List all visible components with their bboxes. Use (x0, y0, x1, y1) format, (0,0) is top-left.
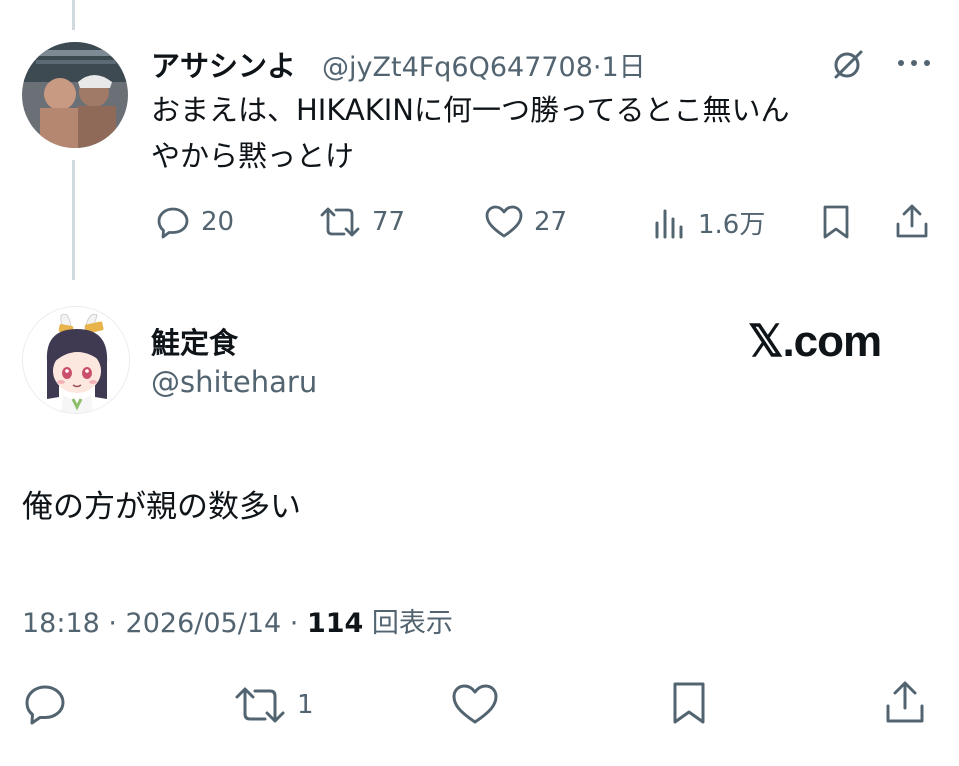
reply-icon (155, 204, 191, 240)
reply-count: 20 (201, 207, 235, 237)
like-icon (450, 684, 500, 730)
main-repost-button[interactable]: 1 (233, 684, 314, 726)
main-post-text: 俺の方が親の数多い (22, 489, 301, 525)
grok-icon[interactable] (830, 46, 866, 86)
share-icon[interactable] (894, 202, 930, 244)
main-like-button[interactable] (450, 682, 500, 730)
main-avatar[interactable] (22, 306, 130, 414)
thread-line-top (72, 0, 75, 30)
like-count: 27 (534, 207, 568, 237)
bookmark-icon (670, 682, 708, 730)
reply-text-line-2: やから黙っとけ (151, 139, 355, 173)
reply-repost-button[interactable]: 77 (318, 204, 405, 240)
main-post-meta: 18:18 · 2026/05/14 · 114 回表示 (22, 601, 453, 640)
reply-avatar[interactable] (22, 42, 128, 148)
main-post-timestamp[interactable]: 18:18 · 2026/05/14 · (22, 608, 307, 639)
main-display-name[interactable]: 鮭定食 (151, 320, 238, 362)
reply-views-button[interactable]: 1.6万 (652, 204, 765, 241)
reply-display-name[interactable]: アサシンよ (151, 43, 296, 85)
reply-icon (22, 685, 68, 730)
repost-icon (233, 684, 287, 726)
reply-reply-button[interactable]: 20 (155, 204, 234, 240)
reply-handle-time[interactable]: @jyZt4Fq6Q647708·1日 (322, 45, 646, 84)
share-icon (883, 681, 927, 730)
repost-icon (318, 204, 362, 240)
main-reply-button[interactable] (22, 682, 68, 730)
main-bookmark-button[interactable] (670, 680, 708, 730)
views-icon (652, 205, 688, 241)
views-count: 1.6万 (698, 210, 766, 240)
main-post-views-label: 回表示 (363, 608, 453, 639)
repost-count: 77 (372, 207, 406, 237)
xcom-watermark: 𝕏.com (748, 317, 882, 366)
like-icon (484, 204, 524, 240)
main-handle[interactable]: @shiteharu (151, 365, 317, 399)
reply-text-line-1: おまえは、HIKAKINに何一つ勝ってるとこ無いん (151, 93, 790, 127)
reply-like-button[interactable]: 27 (484, 204, 567, 240)
main-repost-count: 1 (297, 690, 314, 720)
main-post-views-count[interactable]: 114 (307, 608, 363, 639)
thread-line-connector (72, 160, 75, 280)
bookmark-icon[interactable] (820, 204, 852, 244)
more-icon[interactable] (896, 55, 932, 74)
main-share-button[interactable] (883, 678, 927, 730)
